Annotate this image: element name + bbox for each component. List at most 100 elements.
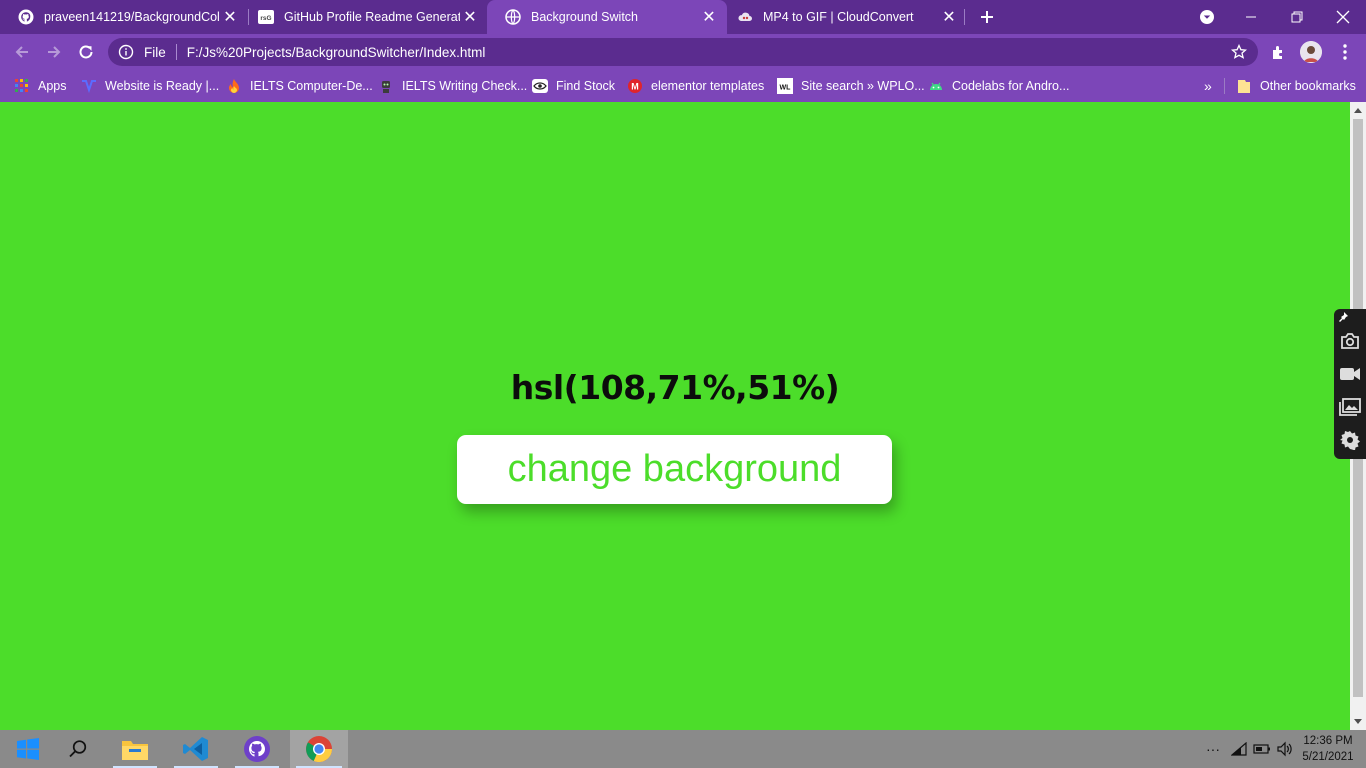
page-viewport: hsl(108,71%,51%) change background [0,102,1350,730]
change-background-button[interactable]: change background [457,435,892,504]
close-icon [1336,10,1350,24]
back-button[interactable] [9,39,35,65]
close-icon[interactable]: ✕ [939,7,959,27]
chrome-icon[interactable] [290,730,348,768]
arrow-right-icon [48,46,61,58]
hsl-value-heading: hsl(108,71%,51%) [510,368,840,407]
eye-icon [532,78,548,94]
double-chevron-right-icon: » [1204,78,1212,94]
tab-search-button[interactable] [1184,0,1230,34]
tab-title: praveen141219/BackgroundColo [44,10,220,24]
bookmark-find-stock[interactable]: Find Stock [532,76,615,96]
battery-icon[interactable] [1251,730,1273,768]
avatar[interactable] [1300,41,1322,63]
tab-separator [964,9,965,25]
bookmark-label: IELTS Computer-De... [250,79,373,93]
address-bar[interactable]: File F:/Js%20Projects/BackgroundSwitcher… [108,38,1258,66]
screen-capture-widget [1334,309,1366,459]
reload-button[interactable] [73,39,99,65]
bookmark-label: IELTS Writing Check... [402,79,528,93]
star-icon[interactable] [1230,43,1248,61]
bookmark-label: Apps [38,79,67,93]
scroll-up-arrow-icon[interactable] [1354,108,1362,113]
restore-icon [1291,11,1303,23]
tab-background-switch[interactable]: Background Switch ✕ [487,0,727,34]
system-clock[interactable]: 12:36 PM 5/21/2021 [1296,733,1360,765]
other-bookmarks[interactable]: Other bookmarks [1236,76,1356,96]
scroll-down-arrow-icon[interactable] [1354,719,1362,724]
svg-text:M: M [631,82,639,92]
video-camera-icon[interactable] [1338,362,1362,386]
network-icon[interactable] [1228,730,1250,768]
extensions-icon[interactable] [1267,40,1291,64]
apps-grid-icon [14,78,30,94]
bookmark-ielts-computer[interactable]: IELTS Computer-De... [226,76,373,96]
show-hidden-icons[interactable]: ··· [1204,730,1222,768]
url-text[interactable]: F:/Js%20Projects/BackgroundSwitcher/Inde… [187,45,486,60]
info-icon[interactable] [118,44,134,60]
bookmarks-divider [1224,78,1225,94]
github-icon [18,9,34,25]
robot-icon [378,78,394,94]
m-icon: M [627,78,643,94]
minimize-button[interactable] [1228,0,1274,34]
pin-icon[interactable] [1336,310,1350,324]
bookmark-apps[interactable]: Apps [14,76,67,96]
bookmark-elementor-templates[interactable]: M elementor templates [627,76,764,96]
file-explorer-icon[interactable] [107,730,163,768]
bookmark-website-ready[interactable]: Website is Ready |... [81,76,219,96]
bookmarks-bar: Apps Website is Ready |... IELTS Compute… [0,70,1366,102]
reload-icon [79,45,93,59]
svg-text:WL: WL [780,85,792,92]
close-icon[interactable]: ✕ [460,7,480,27]
forward-button[interactable] [41,39,67,65]
tab-title: GitHub Profile Readme Generato [284,10,460,24]
camera-icon[interactable] [1338,329,1362,353]
gallery-icon[interactable] [1338,395,1362,419]
settings-gear-icon[interactable] [1338,428,1362,452]
bookmark-label: Site search » WPLO... [801,79,925,93]
tab-strip: praveen141219/BackgroundColo ✕ rsG GitHu… [0,0,1366,34]
windows-start-icon[interactable] [0,730,56,768]
other-bookmarks-label: Other bookmarks [1260,79,1356,93]
close-icon[interactable]: ✕ [699,7,719,27]
folder-icon [1236,78,1252,94]
globe-icon [505,9,521,25]
scheme-label: File [144,44,166,60]
clock-time: 12:36 PM [1303,735,1353,747]
windows-taskbar: ··· 12:36 PM 5/21/2021 [0,730,1366,768]
bookmark-site-search[interactable]: WL Site search » WPLO... [777,76,925,96]
tab-readme-generator[interactable]: rsG GitHub Profile Readme Generato ✕ [240,0,488,34]
bookmark-ielts-writing[interactable]: IELTS Writing Check... [378,76,527,96]
browser-toolbar: File F:/Js%20Projects/BackgroundSwitcher… [0,34,1366,70]
android-icon [928,78,944,94]
bookmark-codelabs[interactable]: Codelabs for Andro... [928,76,1069,96]
tab-github-repo[interactable]: praveen141219/BackgroundColo ✕ [0,0,248,34]
chevron-down-icon [1200,10,1214,24]
tab-cloudconvert[interactable]: MP4 to GIF | CloudConvert ✕ [719,0,967,34]
bookmark-label: Codelabs for Andro... [952,79,1070,93]
fire-icon [226,78,242,94]
close-window-button[interactable] [1320,0,1366,34]
arrow-left-icon [15,46,28,58]
vscode-icon[interactable] [168,730,224,768]
tab-title: MP4 to GIF | CloudConvert [763,10,914,24]
github-desktop-icon[interactable] [229,730,285,768]
minimize-icon [1246,16,1256,18]
ellipsis-icon: ··· [1206,741,1220,757]
clock-date: 5/21/2021 [1302,751,1354,763]
divider [175,44,177,60]
tab-title: Background Switch [531,10,639,24]
website-icon [81,78,97,94]
rsg-icon: rsG [258,9,274,25]
bookmark-label: Find Stock [556,79,616,93]
menu-kebab-icon[interactable] [1333,40,1357,64]
volume-icon[interactable] [1274,730,1296,768]
cloudconvert-icon [737,9,753,25]
bookmarks-overflow-button[interactable]: » [1204,76,1212,96]
new-tab-button[interactable] [975,5,999,29]
restore-button[interactable] [1274,0,1320,34]
close-icon[interactable]: ✕ [220,7,240,27]
search-icon[interactable] [50,730,106,768]
plus-icon [981,11,993,23]
